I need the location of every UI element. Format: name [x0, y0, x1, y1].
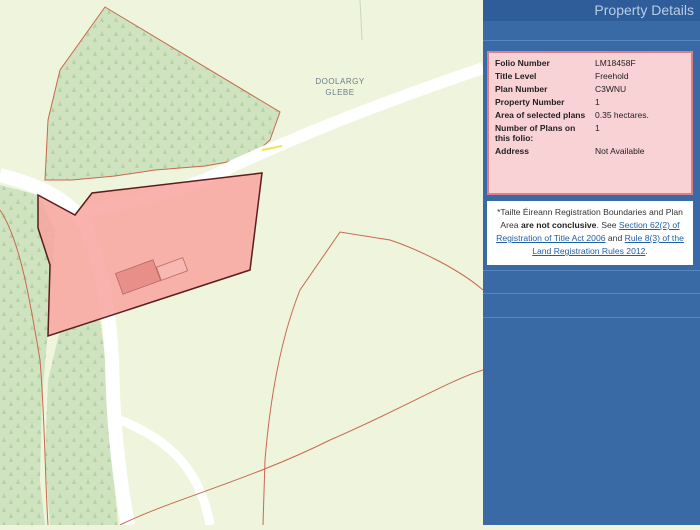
panel-title: Property Details: [483, 0, 700, 21]
details-table: Folio Number LM18458F Title Level Freehold P…: [495, 58, 685, 159]
detail-value: 0.35 hectares.: [595, 110, 649, 120]
place-label: GLEBE: [325, 88, 354, 97]
detail-label: Address: [495, 146, 530, 156]
detail-row: Plan Number C3WNU: [495, 84, 685, 97]
divider: [483, 317, 700, 318]
map-canvas[interactable]: DOOLARGY GLEBE: [0, 0, 485, 527]
detail-label: Property Number: [495, 97, 565, 107]
detail-value: 1: [595, 123, 600, 133]
divider: [483, 40, 700, 41]
disclaimer-text: and: [607, 233, 623, 243]
detail-label: Title Level: [495, 71, 537, 81]
detail-label: Folio Number: [495, 58, 550, 68]
detail-row: Address Not Available: [495, 146, 685, 159]
detail-row: Area of selected plans 0.35 hectares.: [495, 110, 685, 123]
detail-value: C3WNU: [595, 84, 627, 94]
place-label: DOOLARGY: [315, 77, 365, 86]
disclaimer-box: *Tailte Éireann Registration Boundaries …: [487, 201, 693, 265]
detail-row: Number of Plans on this folio: 1: [495, 123, 685, 146]
disclaimer-text: . See: [596, 220, 617, 230]
detail-label: Area of selected plans: [495, 110, 586, 120]
disclaimer-emphasis: are not conclusive: [520, 220, 597, 230]
detail-row: Folio Number LM18458F: [495, 58, 685, 71]
disclaimer-text: .: [645, 246, 648, 256]
divider: [483, 270, 700, 271]
detail-label: Number of Plans on this folio:: [495, 123, 576, 143]
detail-value: 1: [595, 97, 600, 107]
property-details-panel: Property Details Folio Number LM18458F Tit…: [483, 0, 700, 525]
detail-row: Title Level Freehold: [495, 71, 685, 84]
detail-row: Property Number 1: [495, 97, 685, 110]
map-view[interactable]: DOOLARGY GLEBE: [0, 0, 485, 527]
detail-label: Plan Number: [495, 84, 548, 94]
detail-value: Freehold: [595, 71, 629, 81]
property-details-card: Folio Number LM18458F Title Level Freehold P…: [487, 51, 693, 195]
divider: [483, 293, 700, 294]
detail-value: Not Available: [595, 146, 645, 156]
detail-value: LM18458F: [595, 58, 636, 68]
